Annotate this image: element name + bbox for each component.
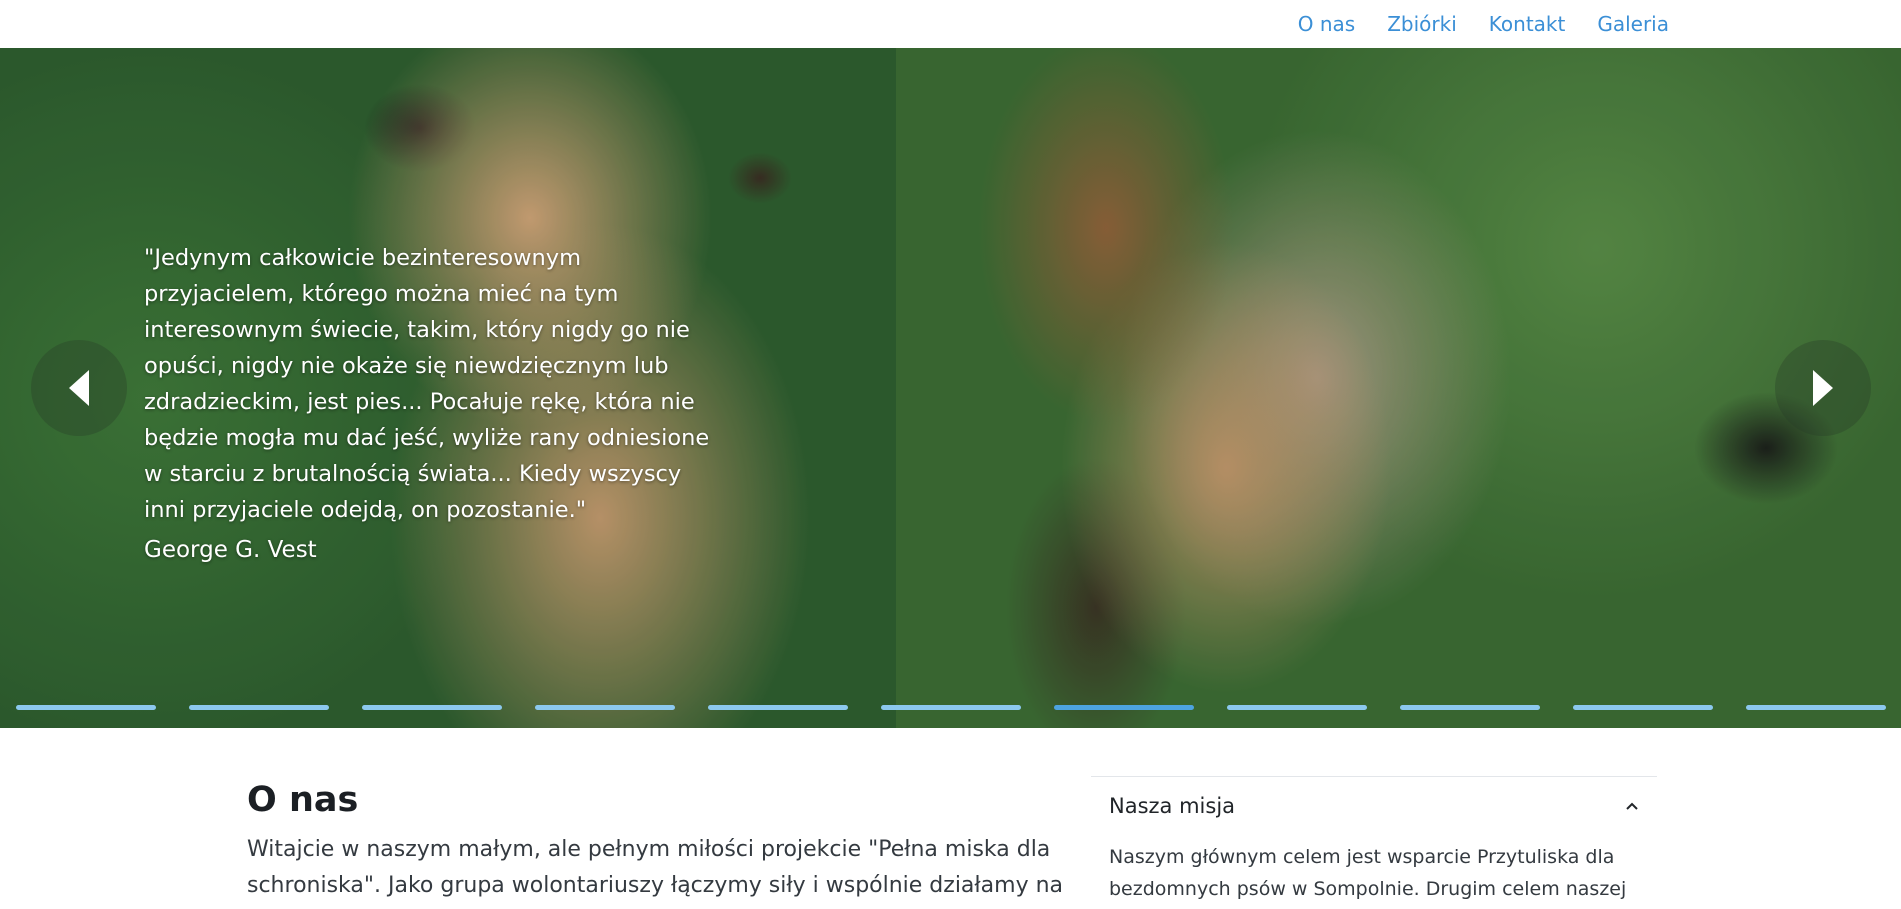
nav-link-kontakt[interactable]: Kontakt [1489, 12, 1566, 36]
nav-link-zbiorki[interactable]: Zbiórki [1387, 12, 1457, 36]
accordion-body: Naszym głównym celem jest wsparcie Przyt… [1109, 846, 1627, 900]
carousel-indicator[interactable] [881, 705, 1021, 710]
carousel-indicator[interactable] [535, 705, 675, 710]
carousel-indicator[interactable] [1573, 705, 1713, 710]
chevron-left-icon [69, 370, 89, 406]
carousel-indicator[interactable] [1746, 705, 1886, 710]
carousel-indicator[interactable] [1227, 705, 1367, 710]
carousel-indicator[interactable] [1054, 705, 1194, 710]
chevron-right-icon [1813, 370, 1833, 406]
chevron-up-icon [1626, 802, 1638, 810]
carousel-prev-button[interactable] [31, 340, 127, 436]
hero-quote: "Jedynym całkowicie bezinteresownym przy… [144, 240, 724, 568]
about-section: O nas Witajcie w naszym małym, ale pełny… [247, 776, 1087, 909]
quote-text: "Jedynym całkowicie bezinteresownym przy… [144, 245, 710, 523]
accordion-header-mission[interactable]: Nasza misja [1091, 777, 1657, 835]
nav-link-galeria[interactable]: Galeria [1597, 12, 1669, 36]
top-navigation: O nas Zbiórki Kontakt Galeria [0, 0, 1901, 48]
nav-menu: O nas Zbiórki Kontakt Galeria [1298, 0, 1669, 48]
carousel-indicator[interactable] [1400, 705, 1540, 710]
carousel-indicator[interactable] [362, 705, 502, 710]
carousel-indicators [16, 705, 1888, 713]
carousel-indicator[interactable] [708, 705, 848, 710]
carousel-next-button[interactable] [1775, 340, 1871, 436]
nav-link-o-nas[interactable]: O nas [1298, 12, 1355, 36]
hero-carousel: "Jedynym całkowicie bezinteresownym przy… [0, 48, 1901, 728]
mission-accordion: Nasza misja Naszym głównym celem jest ws… [1091, 776, 1657, 909]
about-title: O nas [247, 780, 359, 820]
quote-author: George G. Vest [144, 537, 317, 563]
about-text: Witajcie w naszym małym, ale pełnym miło… [247, 837, 1064, 898]
carousel-indicator[interactable] [189, 705, 329, 710]
carousel-indicator[interactable] [16, 705, 156, 710]
accordion-title: Nasza misja [1109, 794, 1236, 818]
